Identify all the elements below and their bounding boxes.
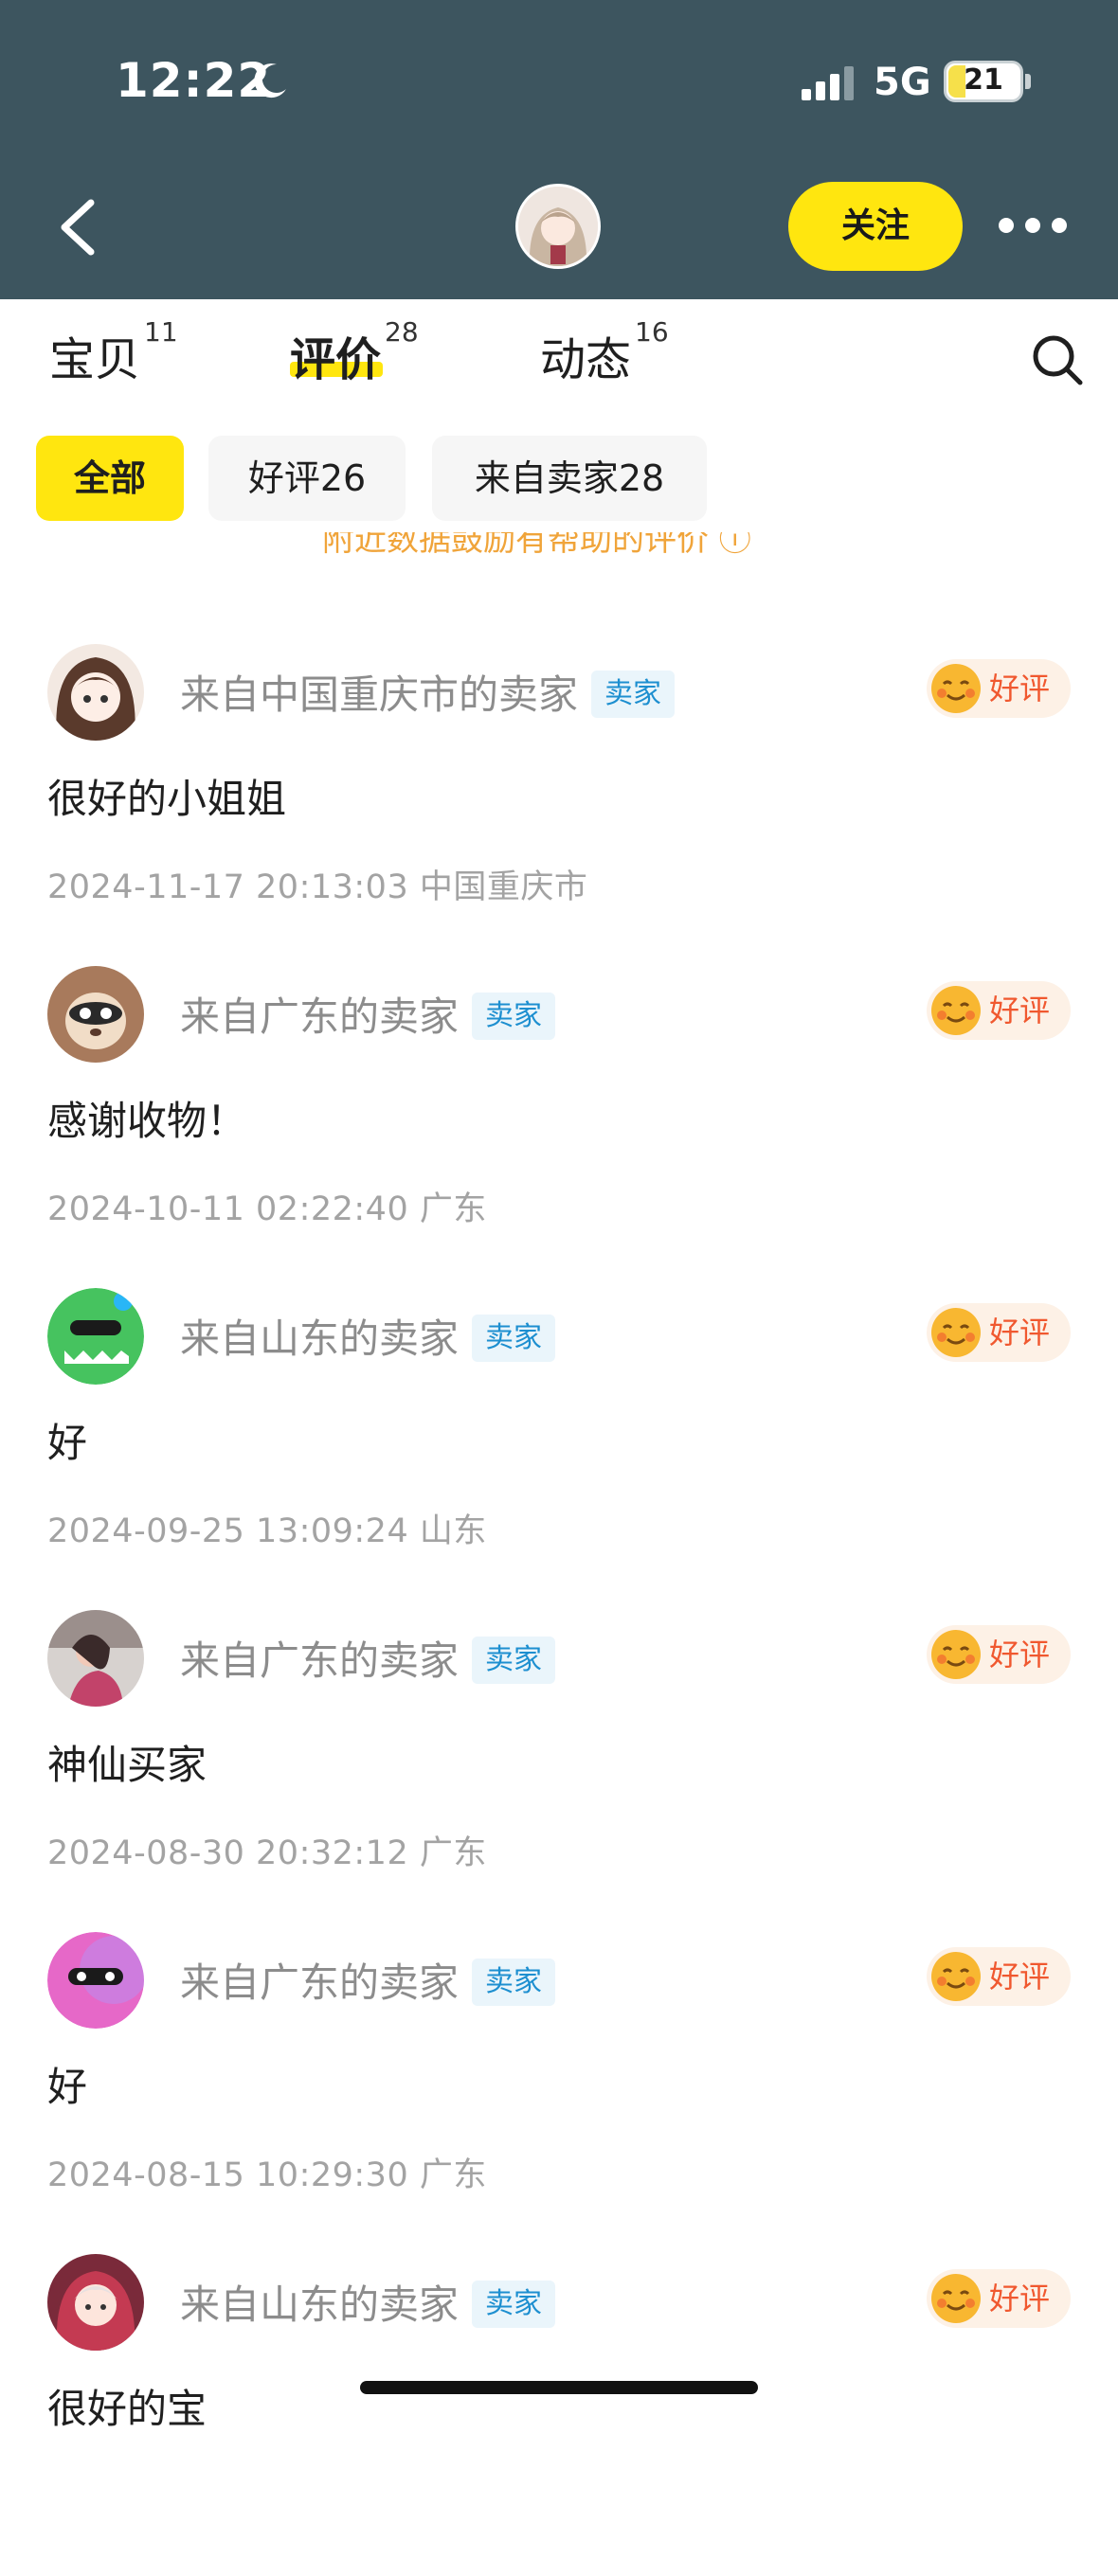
reviewer-origin: 来自广东的卖家 卖家	[180, 985, 556, 1044]
reviewer-avatar[interactable]	[47, 1610, 144, 1707]
follow-button[interactable]: 关注	[788, 182, 963, 271]
reviewer-avatar[interactable]	[47, 2254, 144, 2351]
reviewer-origin-text: 来自广东的卖家	[180, 1959, 460, 2006]
sloth-avatar-icon	[47, 966, 144, 1063]
battery-nub	[1025, 74, 1031, 89]
tab-reviews-count: 28	[385, 316, 419, 348]
anime-avatar-icon	[518, 187, 598, 266]
review-meta: 2024-10-11 02:22:40 广东	[47, 1190, 487, 1228]
filter-all[interactable]: 全部	[36, 436, 184, 521]
home-indicator[interactable]	[360, 2381, 758, 2394]
seller-badge: 卖家	[472, 2280, 556, 2328]
smiling-emoji-icon	[931, 664, 981, 713]
back-arrow-icon[interactable]	[49, 189, 106, 265]
top-bar: 12:22 5G 21 关注	[0, 0, 1118, 299]
tab-items-label: 宝贝	[49, 333, 141, 386]
seller-badge: 卖家	[472, 1314, 556, 1362]
moon-icon	[254, 63, 286, 98]
shop-avatar[interactable]	[515, 184, 601, 269]
smiling-emoji-icon	[931, 986, 981, 1035]
seller-badge: 卖家	[472, 992, 556, 1040]
pink-blob-avatar-icon	[47, 1932, 144, 2029]
reviewer-origin-text: 来自山东的卖家	[180, 1315, 460, 1362]
tab-items-count: 11	[144, 316, 178, 348]
tab-items[interactable]: 宝贝11	[49, 316, 178, 388]
filter-from-seller[interactable]: 来自卖家28	[432, 436, 707, 521]
seller-badge: 卖家	[472, 1958, 556, 2006]
review-item: 来自广东的卖家 卖家 好评 好 2024-08-15 10:29:30 广东	[0, 1932, 1118, 2254]
tab-activity-label: 动态	[540, 333, 632, 386]
rating-badge: 好评	[927, 1625, 1071, 1684]
green-dino-avatar-icon	[47, 1288, 144, 1385]
review-comment: 很好的宝	[47, 2386, 207, 2432]
review-item: 来自广东的卖家 卖家 好评 神仙买家 2024-08-30 20:32:12 广东	[0, 1610, 1118, 1932]
rating-badge: 好评	[927, 1303, 1071, 1362]
smiling-emoji-icon	[931, 1308, 981, 1357]
review-comment: 神仙买家	[47, 1742, 207, 1788]
smiling-emoji-icon	[931, 1952, 981, 2001]
rating-label: 好评	[989, 1959, 1051, 1995]
rating-badge: 好评	[927, 659, 1071, 718]
search-icon[interactable]	[1031, 333, 1084, 386]
photo-avatar-icon	[47, 1610, 144, 1707]
smiling-emoji-icon	[931, 2274, 981, 2323]
more-options-icon[interactable]	[999, 216, 1067, 237]
rating-label: 好评	[989, 1315, 1051, 1351]
reviewer-origin: 来自广东的卖家 卖家	[180, 1629, 556, 1688]
review-comment: 好	[47, 1420, 88, 1466]
reviewer-origin: 来自山东的卖家 卖家	[180, 2273, 556, 2332]
rating-badge: 好评	[927, 1947, 1071, 2006]
tab-reviews-label: 评价	[290, 333, 382, 386]
rating-label: 好评	[989, 1637, 1051, 1673]
review-comment: 好	[47, 2064, 88, 2110]
smiling-emoji-icon	[931, 1630, 981, 1679]
battery-icon: 21	[944, 61, 1023, 102]
rating-label: 好评	[989, 671, 1051, 707]
review-meta: 2024-09-25 13:09:24 山东	[47, 1512, 487, 1550]
reviewer-avatar[interactable]	[47, 1932, 144, 2029]
review-meta: 2024-08-15 10:29:30 广东	[47, 2156, 487, 2194]
anime-girl-avatar-icon	[47, 644, 144, 741]
tab-activity-count: 16	[635, 316, 669, 348]
review-comment: 很好的小姐姐	[47, 776, 287, 822]
review-hint-text: 附近数据鼓励有帮助的评价 ⓘ	[322, 532, 751, 559]
reviewer-origin-text: 来自中国重庆市的卖家	[180, 671, 579, 718]
review-hint-banner: 附近数据鼓励有帮助的评价 ⓘ	[322, 532, 796, 570]
review-item: 来自山东的卖家 卖家 好评 很好的宝	[0, 2254, 1118, 2576]
review-item: 来自中国重庆市的卖家 卖家 好评 很好的小姐姐 2024-11-17 20:13:…	[0, 644, 1118, 966]
review-comment: 感谢收物！	[47, 1098, 247, 1144]
review-item: 来自山东的卖家 卖家 好评 好 2024-09-25 13:09:24 山东	[0, 1288, 1118, 1610]
seller-badge: 卖家	[472, 1636, 556, 1684]
filter-positive[interactable]: 好评26	[208, 436, 406, 521]
reviewer-origin-text: 来自广东的卖家	[180, 993, 460, 1040]
rating-label: 好评	[989, 2281, 1051, 2317]
review-item: 来自广东的卖家 卖家 好评 感谢收物！ 2024-10-11 02:22:40 广…	[0, 966, 1118, 1288]
rating-label: 好评	[989, 993, 1051, 1029]
review-meta: 2024-11-17 20:13:03 中国重庆市	[47, 868, 588, 906]
reviewer-origin-text: 来自广东的卖家	[180, 1637, 460, 1684]
review-meta: 2024-08-30 20:32:12 广东	[47, 1834, 487, 1872]
cellular-signal-icon	[802, 66, 854, 100]
reviewer-origin: 来自广东的卖家 卖家	[180, 1951, 556, 2010]
reviewer-origin: 来自中国重庆市的卖家 卖家	[180, 663, 676, 722]
battery-level: 21	[964, 63, 1003, 97]
anime-avatar-icon	[47, 2254, 144, 2351]
rating-badge: 好评	[927, 981, 1071, 1040]
tab-reviews[interactable]: 评价28	[290, 316, 419, 388]
reviewer-avatar[interactable]	[47, 1288, 144, 1385]
rating-badge: 好评	[927, 2269, 1071, 2328]
seller-badge: 卖家	[591, 670, 676, 718]
network-type: 5G	[874, 61, 931, 104]
reviewer-origin-text: 来自山东的卖家	[180, 2281, 460, 2328]
reviewer-avatar[interactable]	[47, 966, 144, 1063]
tab-activity[interactable]: 动态16	[540, 316, 669, 388]
reviewer-avatar[interactable]	[47, 644, 144, 741]
reviewer-origin: 来自山东的卖家 卖家	[180, 1307, 556, 1366]
